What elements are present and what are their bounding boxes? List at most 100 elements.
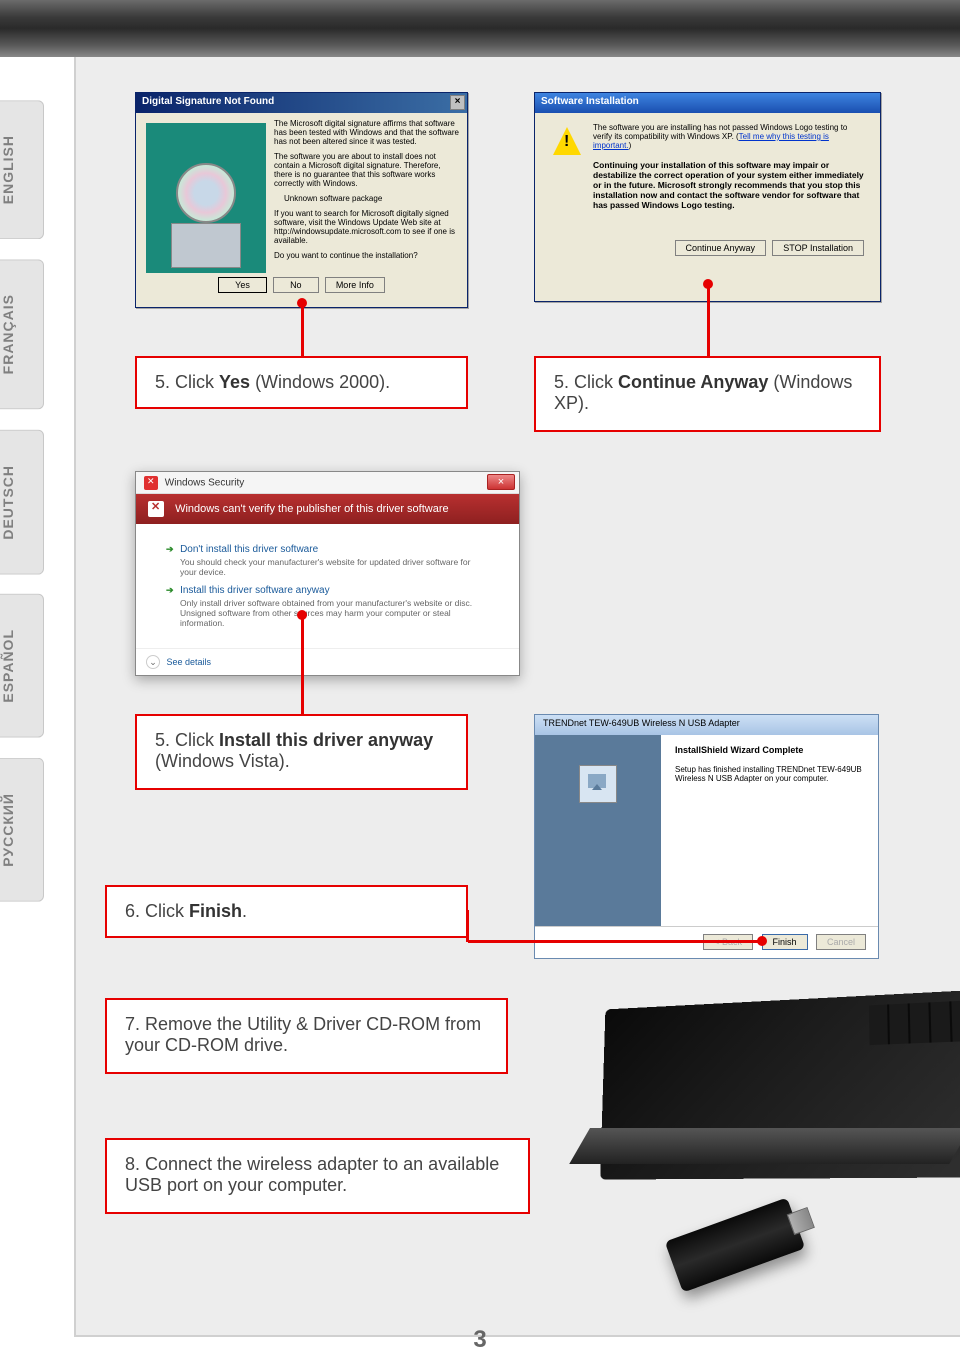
instruction-step-5-winxp: 5. Click Continue Anyway (Windows XP). [534, 356, 881, 432]
lang-tab-deutsch[interactable]: DEUTSCH [0, 430, 44, 575]
close-icon[interactable]: × [450, 95, 465, 110]
shield-x-icon: ✕ [148, 501, 164, 517]
finish-button[interactable]: Finish [762, 934, 808, 950]
wizard-text-area: InstallShield Wizard Complete Setup has … [661, 735, 878, 926]
callout-line [468, 940, 758, 943]
dialog-text: The software you are about to install do… [274, 152, 461, 188]
page-number: 3 [0, 1326, 960, 1354]
step-number: 5. [155, 372, 170, 392]
dialog-title-text: Windows Security [165, 478, 244, 489]
dialog-title-text: Software Installation [541, 96, 639, 107]
dialog-body: InstallShield Wizard Complete Setup has … [535, 735, 878, 926]
stop-installation-button[interactable]: STOP Installation [772, 240, 864, 256]
dialog-windows-security-vista: Windows Security × ✕ Windows can't verif… [135, 471, 520, 676]
step-text: Click [569, 372, 618, 392]
step-text: (Windows 2000). [250, 372, 390, 392]
warning-text: Windows can't verify the publisher of th… [175, 503, 449, 515]
arrow-icon: ➔ [166, 544, 174, 554]
callout-line [301, 614, 304, 714]
cancel-button: Cancel [816, 934, 866, 950]
callout-dot [757, 936, 767, 946]
step-number: 5. [554, 372, 569, 392]
step-text: Click [170, 372, 219, 392]
callout-dot [297, 298, 307, 308]
wizard-graphic [535, 735, 661, 926]
dialog-body: ➔ Don't install this driver software You… [136, 524, 519, 648]
callout-line [707, 283, 710, 356]
dialog-digital-signature-win2000: Digital Signature Not Found × The Micros… [135, 92, 468, 308]
option-description: You should check your manufacturer's web… [180, 557, 489, 577]
dialog-body: The software you are installing has not … [535, 113, 880, 266]
instruction-step-5-win2000: 5. Click Yes (Windows 2000). [135, 356, 468, 409]
dialog-graphic [146, 123, 266, 273]
step-text: (Windows Vista). [155, 751, 290, 771]
laptop-keys [869, 999, 960, 1045]
instruction-step-5-vista: 5. Click Install this driver anyway (Win… [135, 714, 468, 790]
dialog-text: The software you are installing has not … [593, 123, 866, 150]
step-number: 7. [125, 1014, 140, 1034]
dialog-text: Do you want to continue the installation… [274, 251, 461, 260]
callout-line [301, 302, 304, 356]
dialog-software-installation-xp: Software Installation The software you a… [534, 92, 881, 302]
option-dont-install[interactable]: ➔ Don't install this driver software You… [166, 544, 489, 577]
callout-line [466, 910, 469, 942]
wizard-heading: InstallShield Wizard Complete [675, 745, 864, 755]
laptop-side [569, 1128, 960, 1164]
option-label: Don't install this driver software [180, 544, 318, 555]
step-number: 8. [125, 1154, 140, 1174]
step-number: 5. [155, 730, 170, 750]
step-text: Remove the Utility & Driver CD-ROM from … [125, 1014, 481, 1055]
instruction-step-6: 6. Click Finish. [105, 885, 468, 938]
dialog-titlebar: Software Installation [535, 93, 880, 113]
step-bold: Install this driver anyway [219, 730, 433, 750]
step-bold: Continue Anyway [618, 372, 768, 392]
dialog-titlebar: Digital Signature Not Found × [136, 93, 467, 113]
no-button[interactable]: No [273, 277, 319, 293]
option-description: Only install driver software obtained fr… [180, 598, 489, 628]
dialog-warning-bar: ✕ Windows can't verify the publisher of … [136, 494, 519, 524]
computer-icon [171, 223, 241, 268]
yes-button[interactable]: Yes [218, 277, 267, 293]
step-text: Click [140, 901, 189, 921]
step-bold: Finish [189, 901, 242, 921]
see-details-toggle[interactable]: ⌄ See details [136, 648, 519, 675]
lang-tab-francais[interactable]: FRANÇAIS [0, 259, 44, 409]
header-gradient-band [0, 0, 960, 57]
warning-icon [553, 127, 581, 155]
dialog-body: The Microsoft digital signature affirms … [136, 113, 467, 299]
option-install-anyway[interactable]: ➔ Install this driver software anyway On… [166, 585, 489, 628]
shield-icon [144, 476, 158, 490]
dialog-text: If you want to search for Microsoft digi… [274, 209, 461, 245]
option-label: Install this driver software anyway [180, 585, 330, 596]
dialog-installshield-complete: TRENDnet TEW-649UB Wireless N USB Adapte… [534, 714, 879, 959]
more-info-button[interactable]: More Info [325, 277, 385, 293]
picture-icon [579, 765, 617, 803]
chevron-down-icon: ⌄ [146, 655, 160, 669]
step-text: . [242, 901, 247, 921]
dialog-text: The Microsoft digital signature affirms … [274, 119, 461, 146]
dialog-title-text: Digital Signature Not Found [142, 96, 274, 107]
laptop-usb-illustration [550, 998, 960, 1338]
see-details-label: See details [167, 657, 212, 667]
wizard-body-text: Setup has finished installing TRENDnet T… [675, 765, 864, 783]
dialog-text-span: ) [629, 141, 632, 150]
instruction-step-7: 7. Remove the Utility & Driver CD-ROM fr… [105, 998, 508, 1074]
continue-anyway-button[interactable]: Continue Anyway [675, 240, 767, 256]
callout-dot [703, 279, 713, 289]
dialog-text: Unknown software package [284, 194, 461, 203]
callout-dot [297, 610, 307, 620]
step-bold: Yes [219, 372, 250, 392]
cd-icon [176, 163, 236, 223]
lang-tab-english[interactable]: ENGLISH [0, 100, 44, 239]
dialog-text-bold: Continuing your installation of this sof… [593, 160, 866, 210]
lang-tab-russian[interactable]: РУССКИЙ [0, 758, 44, 902]
lang-tab-espanol[interactable]: ESPAÑOL [0, 594, 44, 738]
close-icon[interactable]: × [487, 474, 515, 490]
instruction-step-8: 8. Connect the wireless adapter to an av… [105, 1138, 530, 1214]
dialog-titlebar: Windows Security × [136, 472, 519, 494]
step-text: Connect the wireless adapter to an avail… [125, 1154, 499, 1195]
language-tabs: ENGLISH FRANÇAIS DEUTSCH ESPAÑOL РУССКИЙ [0, 100, 44, 902]
usb-adapter [665, 1197, 806, 1292]
step-number: 6. [125, 901, 140, 921]
dialog-titlebar: TRENDnet TEW-649UB Wireless N USB Adapte… [535, 715, 878, 735]
